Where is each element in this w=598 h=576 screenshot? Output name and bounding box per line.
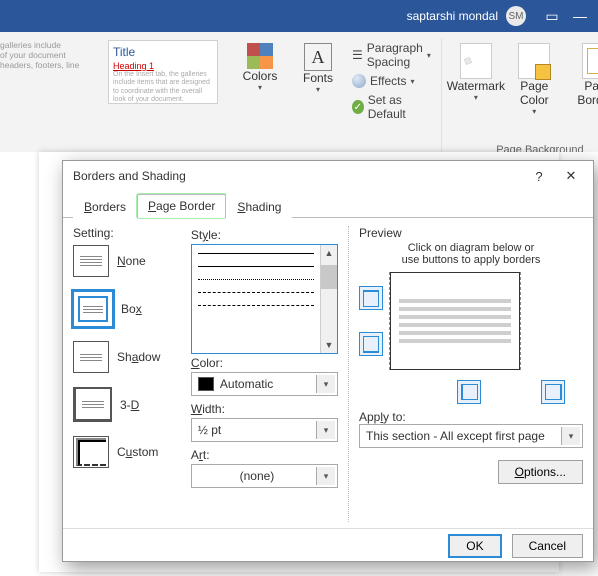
dialog-titlebar: Borders and Shading ? ✕ (63, 161, 593, 191)
dialog-footer: OK Cancel (63, 528, 593, 563)
ok-button[interactable]: OK (448, 534, 501, 558)
ribbon-display-options-icon[interactable]: ▭ (538, 2, 566, 30)
fonts-icon: A (304, 43, 332, 71)
style-column: Style:Style: ▲ ▼ Color:Color: (191, 226, 338, 522)
style-scrollbar[interactable]: ▲ ▼ (320, 245, 337, 353)
dialog-title: Borders and Shading (73, 169, 186, 183)
width-label: Width:Width: (191, 402, 338, 416)
apply-to-label: Apply to:Apply to: (359, 410, 583, 424)
cancel-button[interactable]: Cancel (512, 534, 583, 558)
art-label: Art:Art: (191, 448, 338, 462)
preview-hint: Click on diagram below or use buttons to… (359, 242, 583, 266)
setting-box[interactable]: BoxBox (73, 291, 181, 327)
setting-column: Setting: NoneNone BoxBox ShadowShadow 3-… (73, 226, 181, 522)
style-card-title: Title (113, 45, 213, 59)
preview-right-border-button[interactable] (541, 380, 565, 404)
options-button[interactable]: Options...Options... (498, 460, 583, 484)
setting-none[interactable]: NoneNone (73, 245, 181, 277)
user-name: saptarshi mondal (407, 9, 498, 23)
style-listbox[interactable]: ▲ ▼ (191, 244, 338, 354)
effects-button[interactable]: Effects ▾ (350, 73, 433, 89)
dialog-help-button[interactable]: ? (523, 163, 555, 189)
themes-colors-button[interactable]: Colors ▾ (234, 40, 286, 95)
dropdown-icon: ▾ (427, 51, 431, 60)
tab-shading[interactable]: ShadingShading (226, 195, 292, 218)
paragraph-spacing-button[interactable]: ☰ Paragraph Spacing ▾ (350, 40, 433, 70)
dropdown-icon[interactable]: ▾ (316, 421, 335, 439)
gallery-hint: galleries include of your document heade… (0, 40, 100, 70)
setting-label: Setting: (73, 226, 181, 240)
dropdown-icon: ▾ (316, 85, 320, 94)
page-color-button[interactable]: Page Color ▾ (508, 40, 561, 119)
setting-box-icon (73, 291, 113, 327)
color-value: Automatic (220, 377, 316, 391)
setting-none-icon (73, 245, 109, 277)
dropdown-icon[interactable]: ▾ (316, 467, 335, 485)
apply-to-value: This section - All except first page (366, 429, 561, 443)
setting-shadow[interactable]: ShadowShadow (73, 341, 181, 373)
dropdown-icon[interactable]: ▾ (561, 427, 580, 445)
apply-to-combo[interactable]: This section - All except first page ▾ (359, 424, 583, 448)
page-color-icon (518, 43, 550, 79)
scroll-down-icon[interactable]: ▼ (321, 337, 337, 353)
page-borders-icon (582, 43, 598, 79)
ribbon: galleries include of your document heade… (0, 32, 598, 159)
art-value: (none) (198, 469, 316, 483)
window-titlebar: saptarshi mondal SM ▭ — (0, 0, 598, 32)
dropdown-icon: ▾ (532, 107, 536, 116)
effects-icon (352, 74, 366, 88)
minimize-button[interactable]: — (566, 2, 594, 30)
art-combo[interactable]: (none) ▾ (191, 464, 338, 488)
watermark-icon: ▧ (460, 43, 492, 79)
scroll-up-icon[interactable]: ▲ (321, 245, 337, 261)
preview-left-border-button[interactable] (457, 380, 481, 404)
spacing-icon: ☰ (352, 48, 363, 62)
dropdown-icon: ▾ (410, 77, 414, 86)
setting-custom-icon (73, 436, 109, 468)
preview-diagram[interactable] (389, 272, 521, 370)
style-set-card[interactable]: Title Heading 1 On the Insert tab, the g… (108, 40, 218, 104)
style-card-heading: Heading 1 (113, 61, 213, 71)
preview-label: Preview (359, 226, 583, 240)
dialog-tabs: BBordersorders Page BorderPage Border Sh… (63, 193, 593, 218)
colors-icon (247, 43, 273, 69)
tab-borders[interactable]: BBordersorders (73, 195, 137, 218)
tab-page-border[interactable]: Page BorderPage Border (137, 194, 226, 218)
setting-3d-icon (73, 387, 112, 422)
user-avatar[interactable]: SM (506, 6, 526, 26)
set-default-button[interactable]: ✓ Set as Default (350, 92, 433, 122)
page-borders-button[interactable]: Page Borders (567, 40, 598, 110)
preview-top-border-button[interactable] (359, 286, 383, 310)
themes-fonts-button[interactable]: A Fonts ▾ (292, 40, 344, 97)
dialog-close-button[interactable]: ✕ (555, 163, 587, 189)
width-combo[interactable]: ½ pt ▾ (191, 418, 338, 442)
width-value: ½ pt (198, 423, 316, 437)
check-icon: ✓ (352, 100, 364, 114)
document-formatting-gallery[interactable]: galleries include of your document heade… (0, 40, 218, 104)
dropdown-icon[interactable]: ▾ (316, 375, 335, 393)
borders-shading-dialog: Borders and Shading ? ✕ BBordersorders P… (62, 160, 594, 562)
setting-custom[interactable]: CustomCustom (73, 436, 181, 468)
color-combo[interactable]: Automatic ▾ (191, 372, 338, 396)
dropdown-icon: ▾ (474, 93, 478, 102)
style-label: Style:Style: (191, 228, 338, 242)
preview-column: Preview Click on diagram below or use bu… (348, 226, 583, 522)
watermark-button[interactable]: ▧ Watermark ▾ (450, 40, 502, 105)
setting-shadow-icon (73, 341, 109, 373)
color-label: Color:Color: (191, 356, 338, 370)
preview-bottom-border-button[interactable] (359, 332, 383, 356)
dropdown-icon: ▾ (258, 83, 262, 92)
setting-3d[interactable]: 3-D3-D (73, 387, 181, 422)
